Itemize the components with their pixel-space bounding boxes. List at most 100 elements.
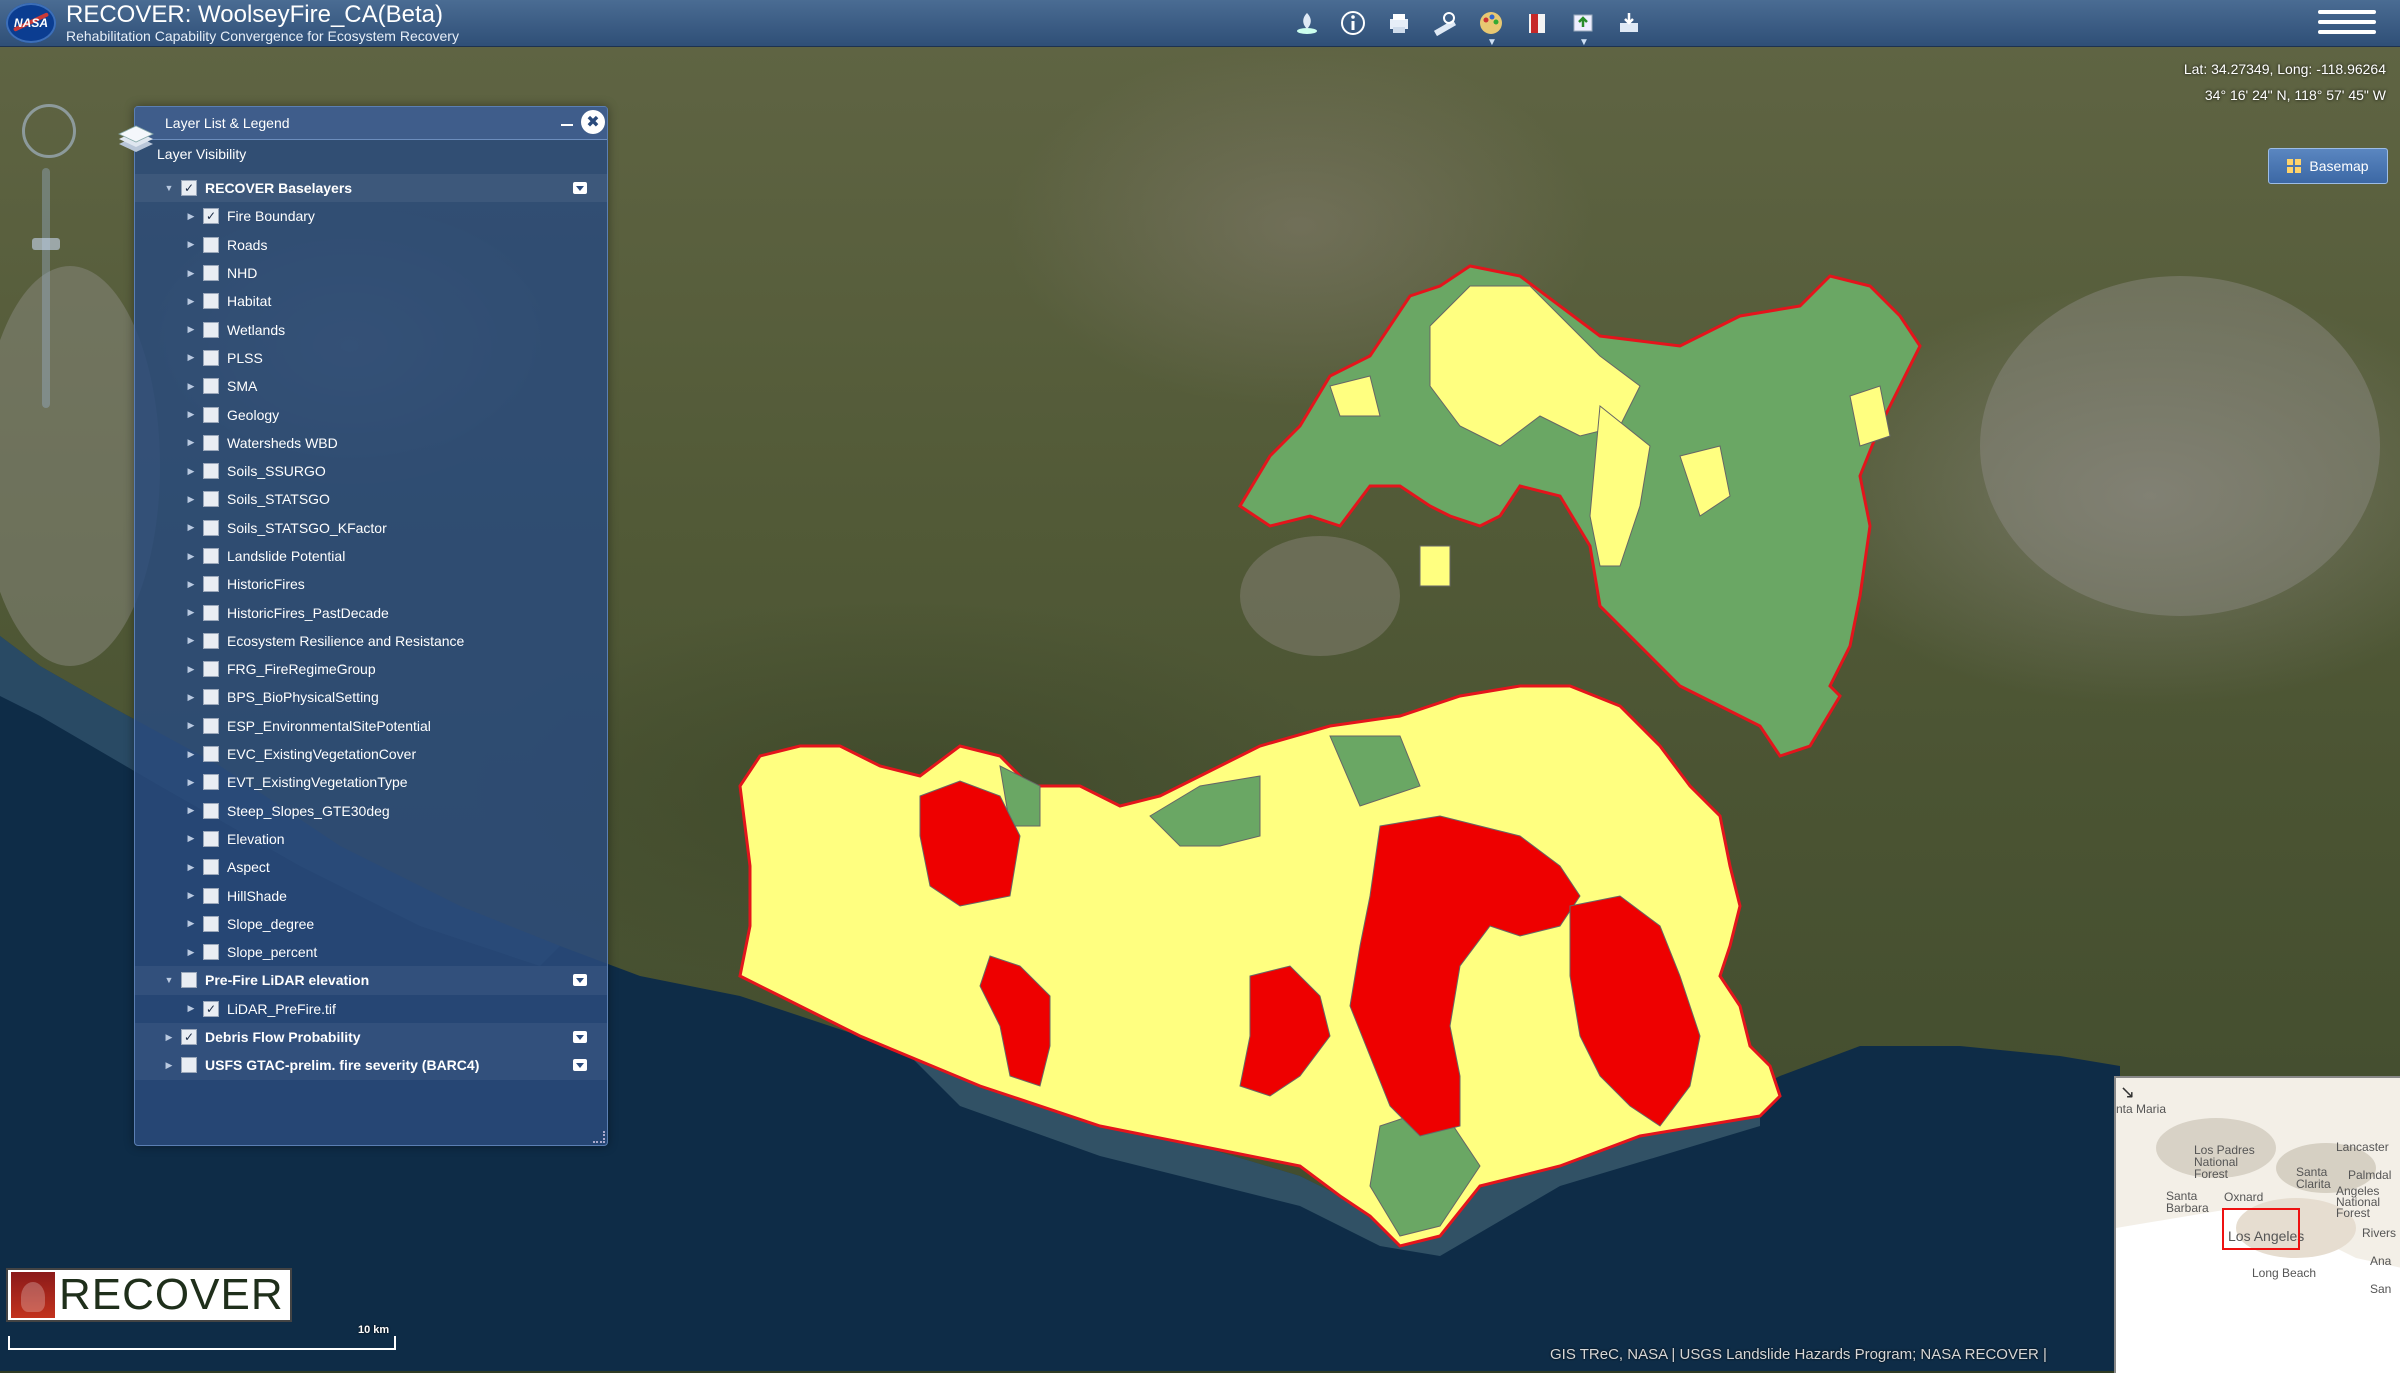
layer-checkbox[interactable]: [203, 265, 219, 282]
layer-checkbox[interactable]: [181, 972, 197, 989]
layer-row[interactable]: ▶ Geology: [135, 400, 607, 428]
layer-row[interactable]: ▶ HistoricFires_PastDecade: [135, 598, 607, 626]
layer-checkbox[interactable]: ✓: [203, 1000, 219, 1017]
zoom-slider[interactable]: [42, 168, 50, 408]
layer-checkbox[interactable]: [203, 576, 219, 593]
layer-checkbox[interactable]: [203, 434, 219, 451]
color-palette-icon[interactable]: ▼: [1472, 6, 1510, 48]
layer-group-row[interactable]: ▶ USFS GTAC-prelim. fire severity (BARC4): [135, 1051, 607, 1080]
expand-arrow-icon[interactable]: ▶: [185, 381, 197, 392]
layer-checkbox[interactable]: [203, 830, 219, 847]
layer-group-row[interactable]: ▼ ✓ RECOVER Baselayers: [135, 174, 607, 203]
layer-menu-dropdown-icon[interactable]: [573, 1059, 587, 1072]
layer-menu-dropdown-icon[interactable]: [573, 1030, 587, 1043]
minimize-icon[interactable]: [561, 124, 573, 126]
panel-header[interactable]: Layer List & Legend: [135, 107, 607, 140]
layer-row[interactable]: ▶ Slope_degree: [135, 910, 607, 938]
layer-checkbox[interactable]: [203, 632, 219, 649]
layer-checkbox[interactable]: [203, 887, 219, 904]
layer-row[interactable]: ▶ Slope_percent: [135, 938, 607, 966]
zoom-slider-handle[interactable]: [32, 238, 60, 250]
expand-arrow-icon[interactable]: ▶: [185, 890, 197, 901]
expand-arrow-icon[interactable]: ▶: [185, 551, 197, 562]
expand-arrow-icon[interactable]: ▶: [163, 1060, 175, 1071]
layer-checkbox[interactable]: [203, 746, 219, 763]
layer-checkbox[interactable]: [203, 378, 219, 395]
layer-row[interactable]: ▶ Soils_STATSGO: [135, 485, 607, 513]
layer-row[interactable]: ▶ Steep_Slopes_GTE30deg: [135, 797, 607, 825]
layer-checkbox[interactable]: [203, 915, 219, 932]
expand-arrow-icon[interactable]: ▶: [185, 268, 197, 279]
expand-arrow-icon[interactable]: ▶: [185, 692, 197, 703]
layer-checkbox[interactable]: [203, 349, 219, 366]
expand-arrow-icon[interactable]: ▶: [185, 635, 197, 646]
layer-checkbox[interactable]: ✓: [181, 180, 197, 197]
expand-arrow-icon[interactable]: ▶: [185, 749, 197, 760]
layer-checkbox[interactable]: [203, 548, 219, 564]
close-icon[interactable]: ✖: [581, 110, 605, 134]
layer-checkbox[interactable]: ✓: [203, 208, 219, 225]
layer-row[interactable]: ▶ BPS_BioPhysicalSetting: [135, 683, 607, 711]
navigation-control[interactable]: [18, 98, 76, 498]
expand-arrow-icon[interactable]: ▶: [185, 579, 197, 590]
layer-row[interactable]: ▶ Ecosystem Resilience and Resistance: [135, 627, 607, 655]
expand-arrow-icon[interactable]: ▶: [185, 918, 197, 929]
expand-arrow-icon[interactable]: ▶: [185, 352, 197, 363]
layer-row[interactable]: ▶ Aspect: [135, 853, 607, 881]
menu-icon[interactable]: [2318, 4, 2376, 42]
layer-row[interactable]: ▶ Wetlands: [135, 315, 607, 343]
overview-map[interactable]: ↘ nta Maria Los Padres National Forest L…: [2114, 1076, 2400, 1373]
layer-checkbox[interactable]: [203, 321, 219, 338]
layer-menu-dropdown-icon[interactable]: [573, 974, 587, 987]
layer-row[interactable]: ▶ Soils_SSURGO: [135, 457, 607, 485]
expand-arrow-icon[interactable]: ▶: [185, 437, 197, 448]
layer-row[interactable]: ▶ EVT_ExistingVegetationType: [135, 768, 607, 796]
basemap-button[interactable]: Basemap: [2268, 148, 2388, 184]
overview-extent-box[interactable]: [2222, 1208, 2300, 1250]
layer-checkbox[interactable]: [203, 802, 219, 819]
expand-arrow-icon[interactable]: ▶: [185, 833, 197, 844]
expand-arrow-icon[interactable]: ▶: [185, 947, 197, 958]
layer-row[interactable]: ▶ Roads: [135, 231, 607, 259]
layer-group-row[interactable]: ▼ Pre-Fire LiDAR elevation: [135, 966, 607, 995]
layer-row[interactable]: ▶ Elevation: [135, 825, 607, 853]
layer-checkbox[interactable]: ✓: [181, 1029, 197, 1046]
layer-row[interactable]: ▶ NHD: [135, 259, 607, 287]
expand-arrow-icon[interactable]: ▼: [163, 975, 175, 985]
expand-arrow-icon[interactable]: ▶: [185, 466, 197, 477]
layer-checkbox[interactable]: [203, 944, 219, 961]
layer-checkbox[interactable]: [203, 236, 219, 253]
layer-row[interactable]: ▶ Habitat: [135, 287, 607, 315]
expand-arrow-icon[interactable]: ▶: [185, 607, 197, 618]
expand-arrow-icon[interactable]: ▶: [185, 805, 197, 816]
fire-icon[interactable]: [1288, 6, 1326, 40]
layer-row[interactable]: ▶ HistoricFires: [135, 570, 607, 598]
expand-arrow-icon[interactable]: ▶: [185, 522, 197, 533]
layer-checkbox[interactable]: [203, 689, 219, 706]
expand-arrow-icon[interactable]: ▶: [185, 494, 197, 505]
expand-arrow-icon[interactable]: ▶: [185, 664, 197, 675]
expand-arrow-icon[interactable]: ▶: [185, 211, 197, 222]
layer-checkbox[interactable]: [203, 491, 219, 508]
layer-row[interactable]: ▶ ✓ LiDAR_PreFire.tif: [135, 995, 607, 1023]
layer-checkbox[interactable]: [181, 1057, 197, 1074]
bookmark-icon[interactable]: [1518, 6, 1556, 40]
expand-arrow-icon[interactable]: ▶: [163, 1032, 175, 1043]
layer-checkbox[interactable]: [203, 604, 219, 621]
expand-arrow-icon[interactable]: ▶: [185, 324, 197, 335]
layer-checkbox[interactable]: [203, 774, 219, 791]
layer-group-row[interactable]: ▶ ✓ Debris Flow Probability: [135, 1022, 607, 1052]
layer-checkbox[interactable]: [203, 717, 219, 734]
layer-checkbox[interactable]: [203, 406, 219, 423]
print-icon[interactable]: [1380, 6, 1418, 40]
layer-row[interactable]: ▶ ✓ Fire Boundary: [135, 202, 607, 230]
layer-row[interactable]: ▶ EVC_ExistingVegetationCover: [135, 740, 607, 768]
expand-arrow-icon[interactable]: ▶: [185, 409, 197, 420]
nasa-logo[interactable]: NASA: [6, 3, 56, 43]
layer-row[interactable]: ▶ FRG_FireRegimeGroup: [135, 655, 607, 683]
download-icon[interactable]: [1610, 6, 1648, 40]
layer-row[interactable]: ▶ Soils_STATSGO_KFactor: [135, 514, 607, 542]
layer-checkbox[interactable]: [203, 661, 219, 678]
layer-menu-dropdown-icon[interactable]: [573, 182, 587, 194]
expand-arrow-icon[interactable]: ▶: [185, 239, 197, 250]
